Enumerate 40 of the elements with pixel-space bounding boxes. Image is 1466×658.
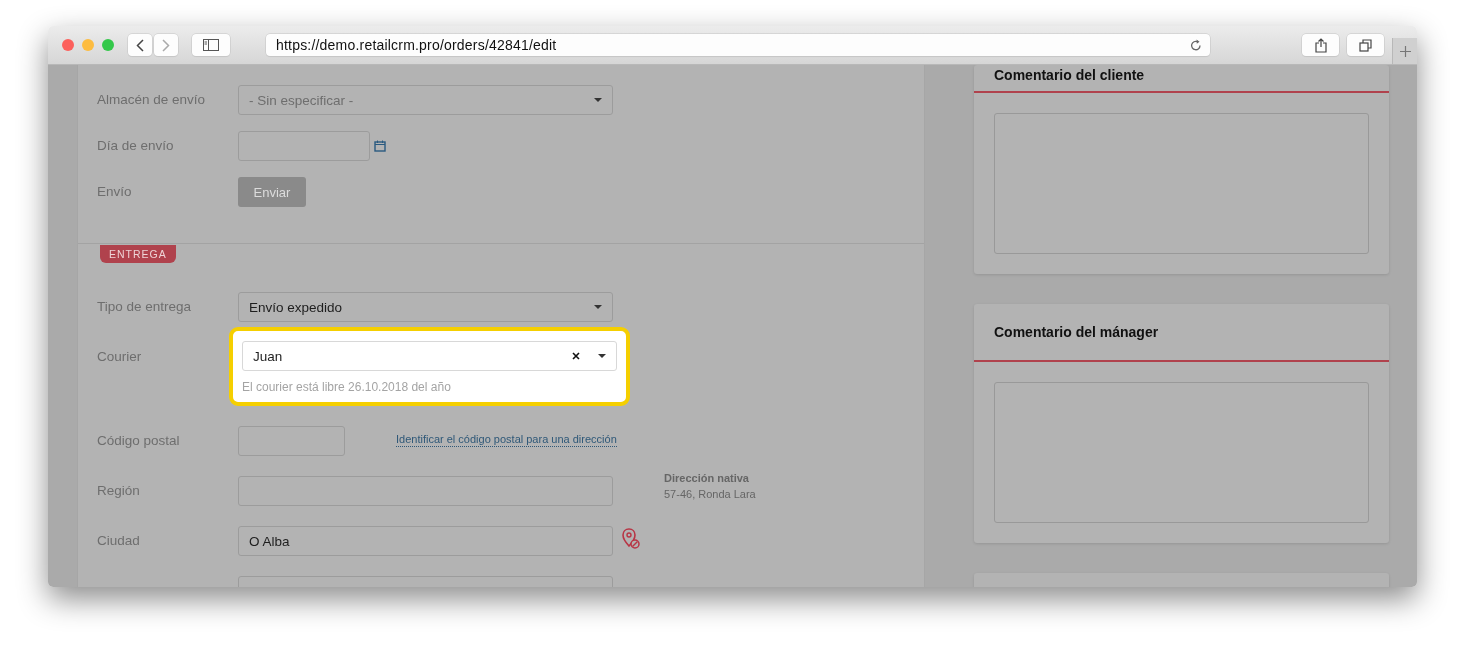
calendar-icon[interactable] [374, 140, 386, 152]
link[interactable]: Identificar el código postal para una dirección [396, 433, 617, 447]
plus-icon [1399, 45, 1411, 57]
caret-icon [594, 305, 602, 309]
section-badge: ENTREGA [100, 245, 176, 263]
field-label: Almacén de envío [97, 91, 207, 109]
caret-icon [598, 354, 606, 358]
text-field[interactable]: O Alba [238, 526, 613, 556]
sidebar-icon [203, 39, 219, 51]
back-button[interactable] [128, 34, 152, 56]
new-tab-button[interactable] [1392, 38, 1417, 64]
back-icon [136, 38, 144, 52]
address-bar[interactable]: https://demo.retailcrm.pro/orders/42841/edit [266, 34, 1210, 56]
card-title: Comentario del cliente [974, 65, 1389, 93]
field-label: Tipo de entrega [97, 298, 193, 316]
minimize-button[interactable] [82, 39, 94, 51]
select-field[interactable]: Envío expedido [238, 292, 613, 322]
card-title: Comentario del mánager [974, 304, 1389, 362]
reload-icon[interactable] [1190, 38, 1202, 52]
close-button[interactable] [62, 39, 74, 51]
field-label: Envío [97, 183, 133, 201]
caret-icon [594, 98, 602, 102]
hint-text: El courier está libre 26.10.2018 del año [242, 380, 452, 394]
select-field[interactable]: Juan [242, 341, 617, 371]
field-label: Región [97, 482, 141, 500]
field-label: Ciudad [97, 532, 141, 550]
zoom-button[interactable] [102, 39, 114, 51]
clear-icon[interactable] [572, 352, 580, 360]
address-title: Dirección nativa [664, 471, 750, 486]
share-button[interactable] [1302, 34, 1339, 56]
sidebar-button[interactable] [192, 34, 230, 56]
tabs-icon [1359, 38, 1372, 52]
share-icon [1314, 37, 1327, 53]
field-label: Courier [97, 348, 143, 366]
tabs-button[interactable] [1347, 34, 1384, 56]
forward-icon [162, 38, 170, 52]
address-text: 57-46, Ronda Lara [664, 487, 756, 502]
map-pin-icon[interactable] [621, 528, 641, 550]
field-label: Código postal [97, 432, 181, 450]
field-label: Día de envío [97, 137, 175, 155]
